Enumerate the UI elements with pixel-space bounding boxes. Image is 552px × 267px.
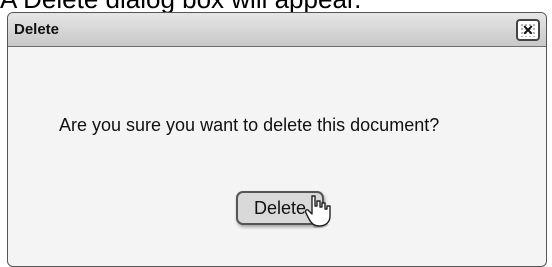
dialog-titlebar: Delete ✕ xyxy=(8,13,546,47)
pointer-hand-icon xyxy=(304,194,332,229)
close-button[interactable]: ✕ xyxy=(516,19,540,41)
dialog-title: Delete xyxy=(14,21,60,38)
delete-dialog: Delete ✕ Are you sure you want to delete… xyxy=(7,12,547,267)
close-icon: ✕ xyxy=(522,22,534,38)
caption-text: A Delete dialog box will appear. xyxy=(0,0,361,12)
dialog-message: Are you sure you want to delete this doc… xyxy=(59,115,440,135)
